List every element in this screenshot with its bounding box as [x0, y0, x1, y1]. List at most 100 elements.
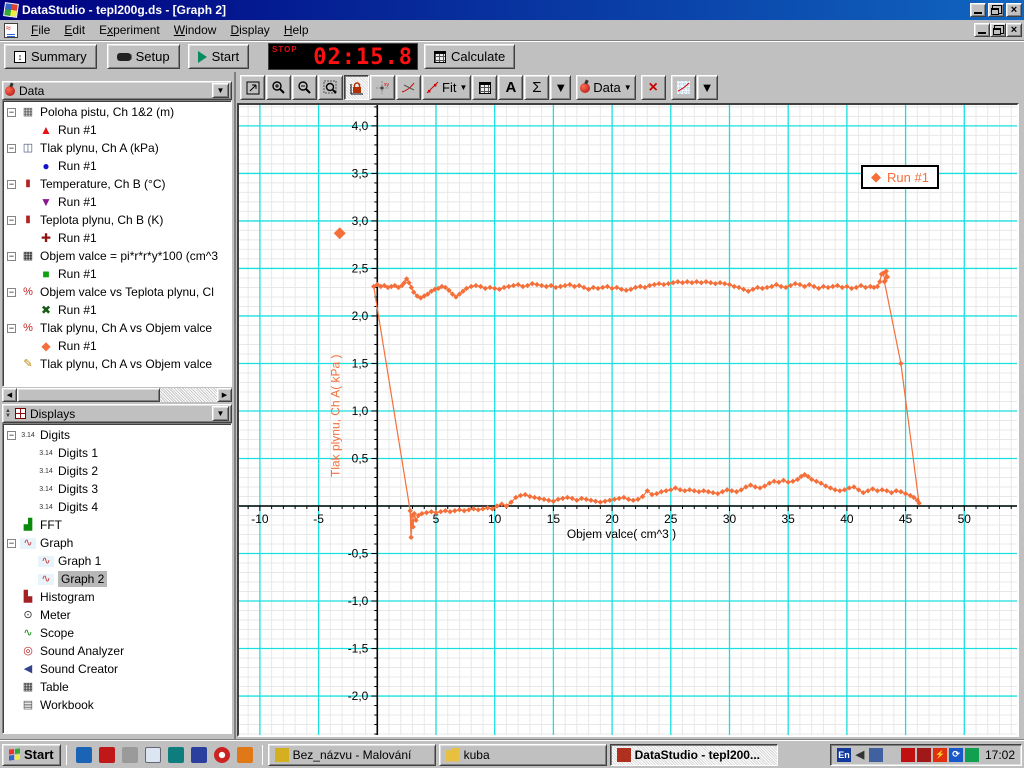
display-adapter-tray-icon[interactable] — [868, 747, 883, 762]
displays-panel-header[interactable]: ▲ ▼ Displays ▼ — [2, 404, 232, 423]
expand-box-icon[interactable]: − — [7, 538, 16, 548]
scroll-left-icon[interactable]: ◀ — [2, 388, 17, 402]
mdi-restore-button[interactable] — [990, 23, 1006, 37]
data-item[interactable]: − ▦ Objem valce = pi*r*r*y*100 (cm^3 — [5, 247, 231, 265]
task-button[interactable]: kuba — [438, 743, 607, 766]
display-item[interactable]: ◀ Sound Creator — [5, 660, 231, 678]
run-item[interactable]: ▲ Run #1 — [5, 121, 231, 139]
data-item[interactable]: −% Tlak plynu, Ch A vs Objem valce — [5, 319, 231, 337]
display-subitem[interactable]: ∿ Graph 1 — [5, 552, 231, 570]
data-panel-dropdown-arrow[interactable]: ▼ — [212, 83, 229, 98]
run-item[interactable]: ■ Run #1 — [5, 265, 231, 283]
graph-calculator-icon[interactable] — [472, 75, 498, 100]
close-button[interactable]: × — [1006, 3, 1022, 17]
display-subitem[interactable]: 3.14 Digits 3 — [5, 480, 231, 498]
expand-box-icon[interactable]: − — [7, 251, 16, 261]
language-indicator[interactable]: En — [836, 747, 851, 762]
handheld-device-icon[interactable] — [167, 746, 184, 763]
display-item[interactable]: ▙ Histogram — [5, 588, 231, 606]
paint-tool-icon[interactable] — [144, 746, 161, 763]
run-item[interactable]: ✖ Run #1 — [5, 301, 231, 319]
graph-settings-dropdown-arrow[interactable]: ▼ — [696, 75, 718, 100]
zoom-out-icon[interactable] — [292, 75, 317, 100]
scrollbar-thumb[interactable] — [17, 388, 160, 402]
legend[interactable]: ◆ Run #1 — [861, 165, 939, 189]
expand-box-icon[interactable]: − — [7, 107, 16, 117]
menu-window[interactable]: Window — [167, 21, 224, 39]
expand-box-icon[interactable]: − — [7, 323, 16, 333]
messenger-tray-icon[interactable] — [916, 747, 931, 762]
display-item[interactable]: ▟ FFT — [5, 516, 231, 534]
graph-plot[interactable]: -10 -5 5 10 15 20 25 30 35 40 45 50-2,0-1,5-1,0-0,5… — [239, 105, 1017, 735]
display-item[interactable]: ▦ Table — [5, 678, 231, 696]
data-item[interactable]: − ▮ Teplota plynu, Ch B (K) — [5, 211, 231, 229]
expand-box-icon[interactable]: − — [7, 143, 16, 153]
run-item[interactable]: ▼ Run #1 — [5, 193, 231, 211]
scheduler-tray-icon[interactable] — [884, 747, 899, 762]
mdi-close-button[interactable]: × — [1006, 23, 1022, 37]
task-button[interactable]: Bez_názvu - Malování — [267, 743, 436, 766]
restore-button[interactable] — [988, 3, 1004, 17]
scroll-right-icon[interactable]: ▶ — [217, 388, 232, 402]
expand-box-icon[interactable]: − — [7, 179, 16, 189]
display-subitem[interactable]: 3.14 Digits 1 — [5, 444, 231, 462]
data-item[interactable]: − ▮ Temperature, Ch B (°C) — [5, 175, 231, 193]
graph-settings-icon[interactable] — [670, 75, 696, 100]
system-tool-icon[interactable] — [121, 746, 138, 763]
display-subitem[interactable]: 3.14 Digits 4 — [5, 498, 231, 516]
document-icon[interactable] — [4, 22, 18, 38]
minimize-button[interactable] — [970, 3, 986, 17]
dragon-app-icon[interactable] — [190, 746, 207, 763]
display-subitem[interactable]: ∿ Graph 2 — [5, 570, 231, 588]
data-tree-hscrollbar[interactable]: ◀ ▶ — [2, 388, 232, 402]
statistics-dropdown-arrow[interactable]: ▼ — [550, 75, 572, 100]
menu-experiment[interactable]: Experiment — [92, 21, 167, 39]
text-annotation-icon[interactable]: A — [498, 75, 524, 100]
ati-control-tray-icon[interactable] — [900, 747, 915, 762]
fit-menu-button[interactable]: Fit ▼ — [422, 75, 472, 100]
opera-browser-icon[interactable] — [213, 746, 230, 763]
axis-lock-icon[interactable] — [344, 75, 369, 100]
run-item[interactable]: ✚ Run #1 — [5, 229, 231, 247]
setup-button[interactable]: Setup — [106, 44, 180, 69]
task-button[interactable]: DataStudio - tepl200... — [609, 743, 778, 766]
summary-button[interactable]: ↕ Summary — [4, 44, 97, 69]
start-menu-button[interactable]: Start — [2, 743, 61, 766]
expand-box-icon[interactable]: − — [7, 287, 16, 297]
displays-panel-dropdown-arrow[interactable]: ▼ — [212, 406, 229, 421]
scale-to-fit-icon[interactable] — [240, 75, 265, 100]
power-tray-icon[interactable]: ⚡ — [932, 747, 947, 762]
display-item[interactable]: − ∿ Graph — [5, 534, 231, 552]
acrobat-reader-icon[interactable] — [98, 746, 115, 763]
modem-tray-icon[interactable] — [964, 747, 979, 762]
expand-box-icon[interactable]: − — [7, 430, 16, 440]
volume-tray-icon[interactable]: ◀ — [853, 748, 867, 762]
menu-edit[interactable]: Edit — [57, 21, 92, 39]
calculate-button[interactable]: Calculate — [424, 44, 516, 69]
run-item[interactable]: ◆ Run #1 — [5, 337, 231, 355]
sync-arrows-tray-icon[interactable]: ⟳ — [948, 747, 963, 762]
start-button[interactable]: Start — [187, 44, 250, 69]
expand-box-icon[interactable]: − — [7, 215, 16, 225]
data-item[interactable]: −% Objem valce vs Teplota plynu, Cl — [5, 283, 231, 301]
zoom-select-icon[interactable] — [318, 75, 343, 100]
menu-display[interactable]: Display — [223, 21, 276, 39]
smart-tool-xy-icon[interactable]: xy — [370, 75, 395, 100]
zoom-in-icon[interactable] — [266, 75, 291, 100]
slope-tool-icon[interactable] — [396, 75, 421, 100]
menu-help[interactable]: Help — [277, 21, 316, 39]
display-item[interactable]: ∿ Scope — [5, 624, 231, 642]
data-menu-button[interactable]: Data ▼ — [576, 75, 636, 100]
plot-area[interactable]: -10 -5 5 10 15 20 25 30 35 40 45 50 -2,0 -1,5 -1,0 -0,5… — [237, 103, 1019, 737]
menu-file[interactable]: File — [24, 21, 57, 39]
data-item[interactable]: ✎ Tlak plynu, Ch A vs Objem valce — [5, 355, 231, 373]
winamp-player-icon[interactable] — [236, 746, 253, 763]
display-item[interactable]: −3.14 Digits — [5, 426, 231, 444]
run-item[interactable]: ● Run #1 — [5, 157, 231, 175]
delete-icon[interactable]: × — [640, 75, 666, 100]
data-item[interactable]: − ▦ Poloha pistu, Ch 1&2 (m) — [5, 103, 231, 121]
display-item[interactable]: ▤ Workbook — [5, 696, 231, 714]
display-item[interactable]: ⊙ Meter — [5, 606, 231, 624]
mdi-minimize-button[interactable] — [974, 23, 990, 37]
data-item[interactable]: − ◫ Tlak plynu, Ch A (kPa) — [5, 139, 231, 157]
